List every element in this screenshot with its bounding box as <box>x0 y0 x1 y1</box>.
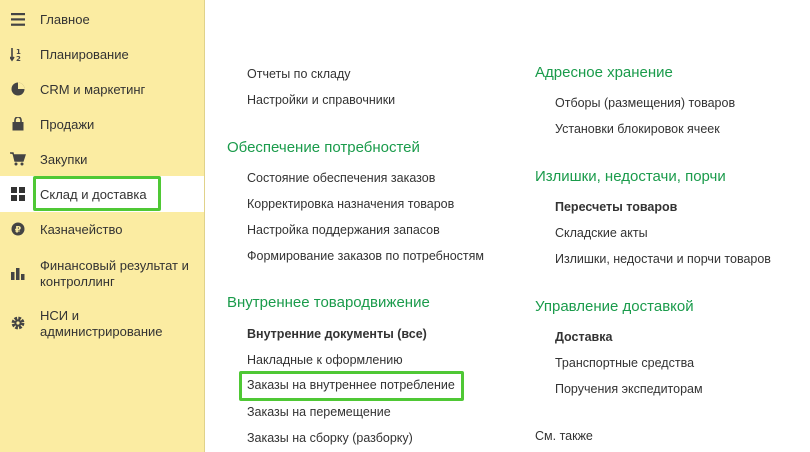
sidebar-item-label: Склад и доставка <box>40 186 147 202</box>
sidebar-item-label-line1: НСИ и <box>40 308 79 323</box>
link-see-also[interactable]: См. также <box>535 429 593 444</box>
section-title-surplus-shortage: Излишки, недостачи, порчи <box>535 168 726 185</box>
sidebar-item-treasury[interactable]: ₽ Казначейство <box>0 219 204 239</box>
link-surplus-shortage-damage[interactable]: Излишки, недостачи и порчи товаров <box>555 252 771 267</box>
link-internal-consumption-orders[interactable]: Заказы на внутреннее потребление <box>247 378 455 393</box>
sidebar-item-label: Главное <box>40 11 90 27</box>
sidebar-item-label: Планирование <box>40 46 129 62</box>
bar-chart-icon <box>10 265 26 281</box>
sidebar-item-label: CRM и маркетинг <box>40 81 146 97</box>
sidebar-item-crm[interactable]: CRM и маркетинг <box>0 79 204 99</box>
link-picking-placement[interactable]: Отборы (размещения) товаров <box>555 96 735 111</box>
link-transfer-orders[interactable]: Заказы на перемещение <box>247 405 391 420</box>
sidebar: Главное 12 Планирование CRM и маркетинг … <box>0 0 205 452</box>
pie-chart-icon <box>10 81 26 97</box>
main-panel: Отчеты по складу Настройки и справочники… <box>205 0 810 452</box>
section-title-address-storage: Адресное хранение <box>535 64 673 81</box>
link-stock-maintenance-settings[interactable]: Настройка поддержания запасов <box>247 223 440 238</box>
sidebar-item-label: Продажи <box>40 116 95 132</box>
sidebar-item-planning[interactable]: 12 Планирование <box>0 44 204 64</box>
link-cell-locks[interactable]: Установки блокировок ячеек <box>555 122 720 137</box>
link-assembly-orders[interactable]: Заказы на сборку (разборку) <box>247 431 413 446</box>
shopping-bag-icon <box>10 116 26 132</box>
sidebar-item-label-line2: администрирование <box>40 324 163 339</box>
sidebar-item-label-line2: контроллинг <box>40 274 115 289</box>
link-warehouse-reports[interactable]: Отчеты по складу <box>247 67 351 82</box>
sidebar-item-label: Закупки <box>40 151 88 167</box>
svg-text:2: 2 <box>16 55 21 62</box>
warehouse-grid-icon <box>10 186 26 202</box>
link-goods-assignment-correction[interactable]: Корректировка назначения товаров <box>247 197 454 212</box>
sidebar-item-sales[interactable]: Продажи <box>0 114 204 134</box>
sidebar-item-main[interactable]: Главное <box>0 9 204 29</box>
link-invoices-to-process[interactable]: Накладные к оформлению <box>247 353 403 368</box>
sidebar-item-warehouse[interactable]: Склад и доставка <box>0 176 204 212</box>
section-title-delivery-management: Управление доставкой <box>535 298 694 315</box>
section-title-demand: Обеспечение потребностей <box>227 139 420 156</box>
sidebar-item-finance[interactable]: Финансовый результат и контроллинг <box>0 255 204 291</box>
svg-text:₽: ₽ <box>15 226 21 236</box>
link-vehicles[interactable]: Транспортные средства <box>555 356 694 371</box>
planning-sort-icon: 12 <box>10 46 26 62</box>
section-title-internal-movement: Внутреннее товародвижение <box>227 294 430 311</box>
sidebar-item-label-line1: Финансовый результат и <box>40 258 189 273</box>
link-delivery[interactable]: Доставка <box>555 330 612 345</box>
ruble-coin-icon: ₽ <box>10 221 26 237</box>
gear-icon <box>10 315 26 331</box>
shopping-cart-icon <box>10 151 26 167</box>
menu-lines-icon <box>10 11 26 27</box>
link-inventory-recount[interactable]: Пересчеты товаров <box>555 200 677 215</box>
link-internal-documents-all[interactable]: Внутренние документы (все) <box>247 327 427 342</box>
link-warehouse-acts[interactable]: Складские акты <box>555 226 648 241</box>
sidebar-item-admin[interactable]: НСИ и администрирование <box>0 305 204 341</box>
link-orders-by-demand[interactable]: Формирование заказов по потребностям <box>247 249 484 264</box>
link-order-fulfillment-status[interactable]: Состояние обеспечения заказов <box>247 171 435 186</box>
sidebar-item-label: Казначейство <box>40 221 123 237</box>
link-forwarder-assignments[interactable]: Поручения экспедиторам <box>555 382 703 397</box>
link-settings-directories[interactable]: Настройки и справочники <box>247 93 395 108</box>
sidebar-item-purchases[interactable]: Закупки <box>0 149 204 169</box>
